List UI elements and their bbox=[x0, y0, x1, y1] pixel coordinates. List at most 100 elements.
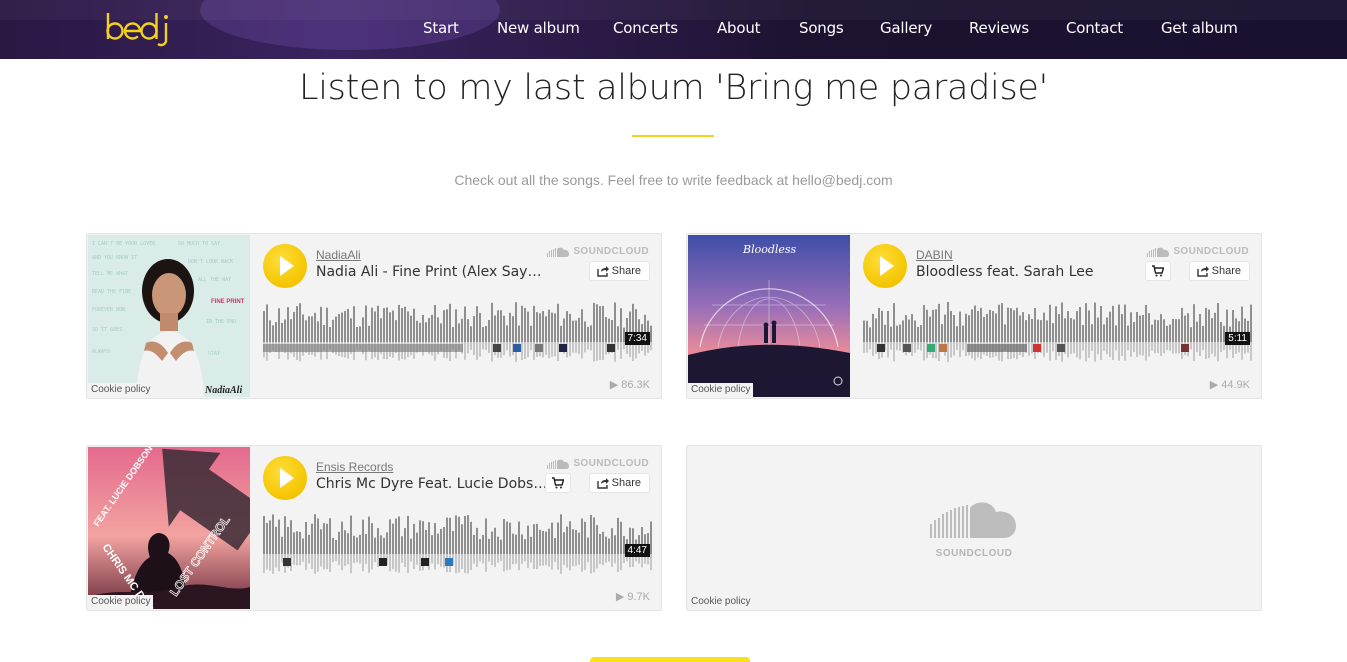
track-artwork[interactable]: FEAT. LUCIE DOBSON CHRIS MC DYRE LOST CO… bbox=[88, 447, 250, 609]
buy-button[interactable] bbox=[1145, 261, 1171, 281]
share-icon bbox=[596, 266, 609, 277]
waveform-bar-reflection bbox=[1142, 342, 1144, 356]
waveform-bar bbox=[362, 317, 364, 342]
nav-about[interactable]: About bbox=[717, 19, 761, 37]
waveform-bar-reflection bbox=[503, 554, 505, 572]
waveform-bar bbox=[473, 534, 475, 554]
waveform-bar bbox=[1058, 314, 1060, 342]
waveform-bar bbox=[1004, 324, 1006, 342]
waveform-bar-reflection bbox=[515, 554, 517, 564]
cookie-policy-link[interactable]: Cookie policy bbox=[688, 383, 754, 397]
waveform-bar-reflection bbox=[350, 554, 352, 574]
waveform-bar-reflection bbox=[578, 342, 580, 355]
get-album-button[interactable] bbox=[590, 657, 750, 662]
waveform-bar-reflection bbox=[962, 342, 964, 351]
nav-contact[interactable]: Contact bbox=[1066, 19, 1123, 37]
play-button[interactable] bbox=[263, 244, 307, 288]
track-title[interactable]: Nadia Ali - Fine Print (Alex Sayz Remix) bbox=[316, 264, 548, 280]
track-title[interactable]: Chris Mc Dyre Feat. Lucie Dobson - Lost … bbox=[316, 476, 548, 492]
waveform-bar bbox=[263, 311, 265, 342]
waveform-bar bbox=[497, 310, 499, 342]
share-button[interactable]: Share bbox=[588, 261, 650, 281]
waveform-bar-reflection bbox=[1172, 342, 1174, 354]
svg-text:SO MUCH TO SAY: SO MUCH TO SAY bbox=[178, 241, 220, 247]
waveform-bar bbox=[548, 528, 550, 554]
cookie-policy-link[interactable]: Cookie policy bbox=[688, 595, 754, 609]
waveform-bar bbox=[272, 325, 274, 342]
waveform-bar bbox=[506, 521, 508, 554]
waveform-bar bbox=[863, 320, 865, 342]
waveform-bar-reflection bbox=[1154, 342, 1156, 354]
play-button[interactable] bbox=[863, 244, 907, 288]
buy-button[interactable] bbox=[545, 473, 571, 493]
waveform-bar bbox=[503, 315, 505, 342]
nav-start[interactable]: Start bbox=[423, 19, 459, 37]
waveform-bar bbox=[446, 517, 448, 554]
waveform[interactable] bbox=[263, 508, 653, 578]
waveform-bar bbox=[542, 311, 544, 342]
waveform-bar bbox=[500, 310, 502, 342]
waveform-bar bbox=[533, 524, 535, 554]
waveform-bar bbox=[467, 515, 469, 554]
waveform-bar-reflection bbox=[371, 554, 373, 570]
waveform-bar bbox=[263, 515, 265, 554]
waveform-bar bbox=[1007, 307, 1009, 342]
cookie-policy-link[interactable]: Cookie policy bbox=[88, 383, 154, 397]
cart-icon bbox=[1152, 265, 1164, 277]
soundcloud-badge[interactable]: SOUNDCLOUD bbox=[547, 246, 649, 257]
waveform-bar bbox=[404, 528, 406, 554]
artist-link[interactable]: NadiaAli bbox=[316, 248, 361, 262]
nav-songs[interactable]: Songs bbox=[799, 19, 844, 37]
waveform-bar bbox=[413, 523, 415, 554]
waveform-bar bbox=[305, 521, 307, 554]
waveform-bar-reflection bbox=[1160, 342, 1162, 356]
track-title[interactable]: Bloodless feat. Sarah Lee bbox=[916, 264, 1148, 280]
nav-get-album[interactable]: Get album bbox=[1161, 19, 1238, 37]
waveform[interactable] bbox=[863, 296, 1253, 366]
track-artwork[interactable]: I CAN'T BE YOUR LOVER SO MUCH TO SAY AND … bbox=[88, 235, 250, 397]
waveform-bar-reflection bbox=[272, 554, 274, 574]
nav-new-album[interactable]: New album bbox=[497, 19, 580, 37]
cookie-policy-link[interactable]: Cookie policy bbox=[88, 595, 154, 609]
waveform-bar bbox=[401, 536, 403, 554]
soundcloud-badge[interactable]: SOUNDCLOUD bbox=[1147, 246, 1249, 257]
waveform-bar bbox=[440, 323, 442, 342]
waveform-bar-reflection bbox=[1052, 342, 1054, 352]
nav-concerts[interactable]: Concerts bbox=[613, 19, 678, 37]
waveform-bar-reflection bbox=[608, 554, 610, 562]
soundcloud-badge[interactable]: SOUNDCLOUD bbox=[547, 458, 649, 469]
waveform-bar-reflection bbox=[443, 554, 445, 568]
play-button[interactable] bbox=[263, 456, 307, 500]
track-artwork[interactable]: Bloodless bbox=[688, 235, 850, 397]
share-button[interactable]: Share bbox=[588, 473, 650, 493]
svg-text:FOREVER NOW: FOREVER NOW bbox=[92, 307, 126, 313]
waveform-bar bbox=[926, 309, 928, 342]
waveform[interactable] bbox=[263, 296, 653, 366]
share-button[interactable]: Share bbox=[1188, 261, 1250, 281]
waveform-bar bbox=[992, 311, 994, 342]
track-duration: 4:47 bbox=[624, 544, 650, 557]
artist-link[interactable]: DABIN bbox=[916, 248, 953, 262]
waveform-bar bbox=[974, 305, 976, 342]
waveform-bar bbox=[305, 320, 307, 342]
waveform-bar-reflection bbox=[554, 554, 556, 562]
waveform-bar-reflection bbox=[1127, 342, 1129, 351]
waveform-bar-reflection bbox=[497, 554, 499, 563]
waveform-bar bbox=[581, 518, 583, 554]
svg-text:ALWAYS: ALWAYS bbox=[92, 349, 110, 355]
waveform-bar-reflection bbox=[545, 342, 547, 355]
nav-reviews[interactable]: Reviews bbox=[969, 19, 1029, 37]
waveform-bar-reflection bbox=[593, 342, 595, 362]
waveform-bar bbox=[323, 523, 325, 554]
waveform-bar bbox=[923, 305, 925, 342]
waveform-bar-reflection bbox=[323, 554, 325, 570]
waveform-bar bbox=[971, 309, 973, 342]
waveform-bar-reflection bbox=[950, 342, 952, 358]
waveform-bar bbox=[872, 313, 874, 342]
artist-link[interactable]: Ensis Records bbox=[316, 460, 393, 474]
waveform-bar bbox=[308, 534, 310, 554]
waveform-bar-reflection bbox=[536, 554, 538, 570]
nav-gallery[interactable]: Gallery bbox=[880, 19, 932, 37]
waveform-bar bbox=[356, 537, 358, 554]
waveform-bar-reflection bbox=[338, 554, 340, 566]
